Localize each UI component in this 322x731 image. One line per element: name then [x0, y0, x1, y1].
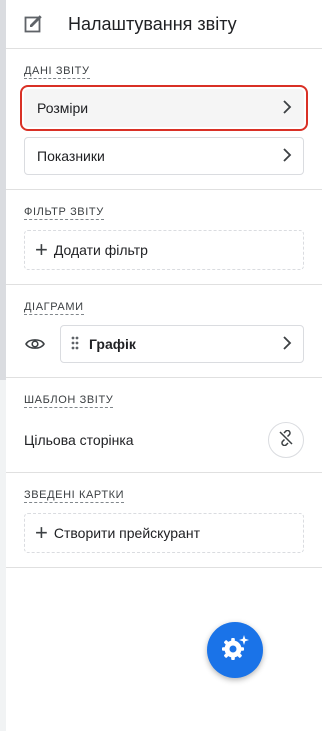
- summary-cards-label: Зведені картки: [24, 489, 125, 503]
- chevron-right-icon: [281, 335, 293, 353]
- report-settings-panel: Налаштування звіту Дані звіту Розміри По…: [6, 0, 322, 731]
- panel-title: Налаштування звіту: [68, 13, 237, 34]
- settings-sparkle-icon: [220, 633, 250, 668]
- report-template-section: Шаблон звіту Цільова сторінка: [6, 378, 322, 473]
- link-off-icon: [278, 429, 294, 451]
- chart-line-button[interactable]: Графік: [60, 325, 304, 363]
- dimensions-button[interactable]: Розміри: [20, 85, 308, 131]
- report-template-label: Шаблон звіту: [24, 394, 114, 408]
- chevron-right-icon: [281, 99, 293, 117]
- template-name: Цільова сторінка: [24, 432, 134, 448]
- add-filter-button[interactable]: + Додати фільтр: [24, 230, 304, 270]
- chart-row: Графік: [24, 325, 304, 363]
- create-price-list-label: Створити прейскурант: [53, 525, 200, 541]
- chevron-right-icon: [281, 147, 293, 165]
- drag-handle-icon[interactable]: [71, 336, 81, 353]
- metrics-button[interactable]: Показники: [24, 137, 304, 175]
- add-filter-label: Додати фільтр: [53, 242, 148, 258]
- create-price-list-button[interactable]: + Створити прейскурант: [24, 513, 304, 553]
- chart-label: Графік: [89, 336, 136, 352]
- report-data-label: Дані звіту: [24, 65, 90, 79]
- edit-report-icon: [24, 13, 46, 35]
- unlink-template-button[interactable]: [268, 422, 304, 458]
- report-settings-fab[interactable]: [207, 622, 263, 678]
- panel-header: Налаштування звіту: [6, 0, 322, 49]
- metrics-label: Показники: [37, 148, 105, 164]
- eye-icon[interactable]: [24, 333, 46, 355]
- summary-cards-section: Зведені картки + Створити прейскурант: [6, 473, 322, 568]
- report-data-section: Дані звіту Розміри Показники: [6, 49, 322, 190]
- report-filter-label: Фільтр звіту: [24, 206, 104, 220]
- report-filter-section: Фільтр звіту + Додати фільтр: [6, 190, 322, 285]
- plus-icon: +: [35, 237, 48, 262]
- charts-label: Діаграми: [24, 301, 84, 315]
- dimensions-label: Розміри: [37, 100, 89, 116]
- charts-section: Діаграми Графік: [6, 285, 322, 378]
- template-row: Цільова сторінка: [24, 422, 304, 458]
- plus-icon: +: [35, 520, 48, 545]
